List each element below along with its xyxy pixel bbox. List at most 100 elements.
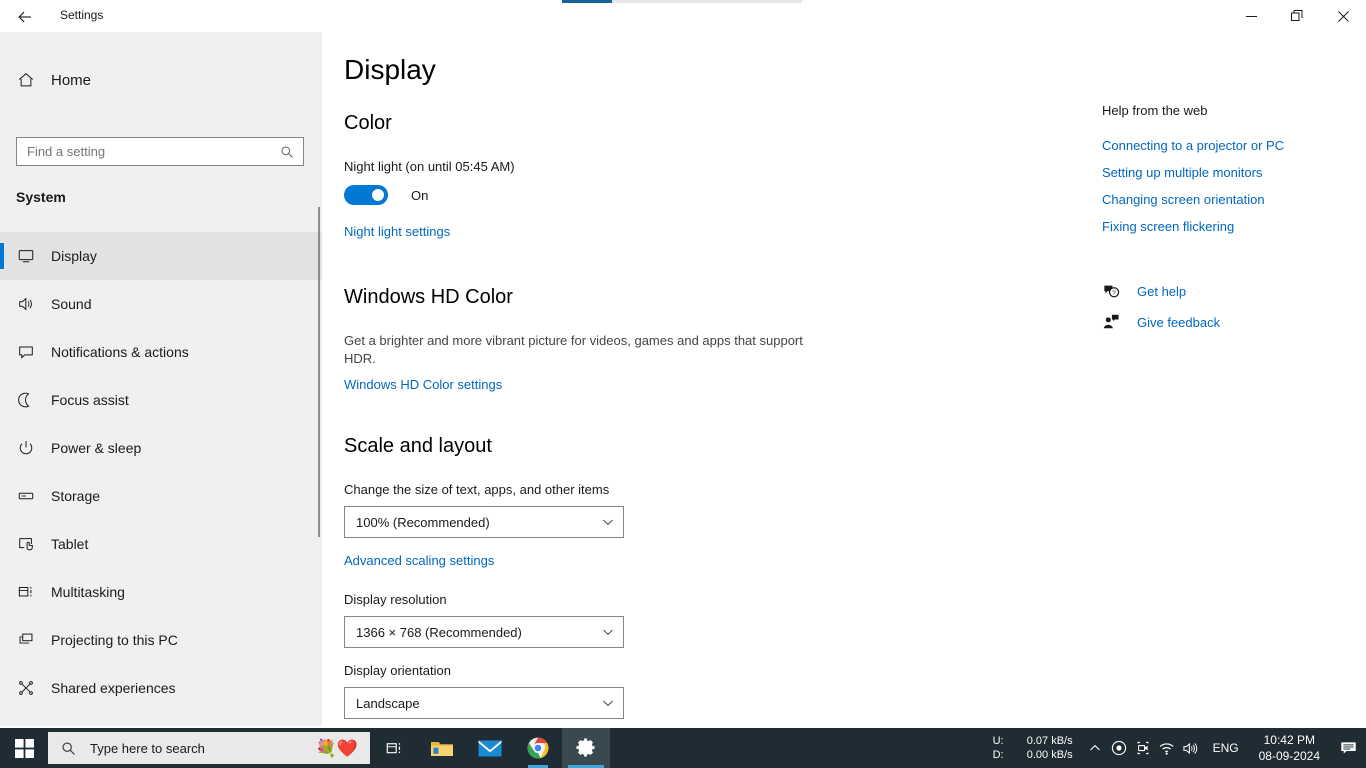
- sidebar-item-label: Notifications & actions: [51, 344, 189, 360]
- hd-color-description: Get a brighter and more vibrant picture …: [344, 333, 803, 366]
- chevron-up-icon: [1089, 744, 1100, 751]
- search-input[interactable]: [17, 144, 280, 159]
- sidebar-item-label: Tablet: [51, 536, 89, 552]
- system-tray: U: 0.07 kB/s D: 0.00 kB/s ENG 10:42 PM 0…: [993, 728, 1366, 768]
- sidebar-item-multitasking[interactable]: Multitasking: [0, 568, 322, 616]
- night-light-toggle-state: On: [411, 187, 429, 203]
- language-indicator[interactable]: ENG: [1203, 741, 1249, 755]
- home-icon: [17, 71, 47, 89]
- task-view-button[interactable]: [370, 728, 418, 768]
- volume-button[interactable]: [1179, 728, 1203, 768]
- hd-color-settings-link[interactable]: Windows HD Color settings: [344, 377, 502, 392]
- sidebar-item-notifications[interactable]: Notifications & actions: [0, 328, 322, 376]
- main-content: Display Color Night light (on until 05:4…: [322, 32, 1366, 726]
- file-explorer-button[interactable]: [418, 728, 466, 768]
- windows-start-icon: [14, 738, 34, 758]
- help-panel-title: Help from the web: [1102, 103, 1208, 118]
- night-light-label: Night light (on until 05:45 AM): [344, 159, 515, 174]
- task-view-icon: [386, 742, 400, 753]
- upload-value: 0.07 kB/s: [1026, 735, 1073, 747]
- sidebar-nav-list: Display Sound Notifications & actions Fo…: [0, 232, 322, 726]
- sidebar-item-label: Multitasking: [51, 584, 125, 600]
- chevron-down-icon: [602, 697, 614, 709]
- sidebar-item-storage[interactable]: Storage: [0, 472, 322, 520]
- sidebar-item-label: Power & sleep: [51, 440, 142, 456]
- give-feedback-action[interactable]: Give feedback: [1102, 313, 1220, 331]
- search-icon: [280, 145, 303, 159]
- back-button[interactable]: [8, 2, 42, 32]
- restore-icon: [1291, 10, 1303, 21]
- restore-button[interactable]: [1274, 0, 1320, 32]
- close-button[interactable]: [1320, 0, 1366, 32]
- speaker-icon: [17, 295, 51, 313]
- chevron-down-icon: [602, 626, 614, 638]
- window-title: Settings: [60, 8, 104, 22]
- svg-text:?: ?: [1112, 290, 1116, 297]
- screen-record-button[interactable]: [1131, 728, 1155, 768]
- sidebar-item-projecting[interactable]: Projecting to this PC: [0, 616, 322, 664]
- color-section-heading: Color: [344, 112, 392, 134]
- upload-key: U:: [992, 735, 1004, 747]
- wifi-icon: [1159, 742, 1174, 755]
- mail-button[interactable]: [466, 728, 514, 768]
- sidebar-home-label: Home: [51, 71, 92, 89]
- help-link-projector[interactable]: Connecting to a projector or PC: [1102, 138, 1284, 153]
- display-orientation-value: Landscape: [356, 695, 420, 711]
- projecting-icon: [17, 631, 51, 649]
- help-link-screen-flickering[interactable]: Fixing screen flickering: [1102, 219, 1234, 234]
- sidebar-item-tablet[interactable]: Tablet: [0, 520, 322, 568]
- sidebar-item-label: Projecting to this PC: [51, 632, 178, 648]
- display-resolution-value: 1366 × 768 (Recommended): [356, 624, 522, 640]
- record-icon: [1111, 740, 1126, 756]
- multitasking-icon: [17, 583, 51, 601]
- sidebar-item-shared-experiences[interactable]: Shared experiences: [0, 664, 322, 712]
- sidebar-item-display[interactable]: Display: [0, 232, 322, 280]
- sidebar-item-label: Shared experiences: [51, 680, 176, 696]
- start-button[interactable]: [0, 728, 48, 768]
- settings-window: Settings Home Find a setting System Disp…: [0, 0, 1366, 768]
- sidebar-item-focus-assist[interactable]: Focus assist: [0, 376, 322, 424]
- night-light-toggle[interactable]: [344, 185, 388, 205]
- scale-size-label: Change the size of text, apps, and other…: [344, 482, 610, 497]
- night-light-settings-link[interactable]: Night light settings: [344, 224, 450, 239]
- sidebar-item-label: Focus assist: [51, 392, 129, 408]
- advanced-scaling-link[interactable]: Advanced scaling settings: [344, 553, 494, 568]
- help-link-screen-orientation[interactable]: Changing screen orientation: [1102, 192, 1265, 207]
- sidebar-item-sound[interactable]: Sound: [0, 280, 322, 328]
- scale-layout-heading: Scale and layout: [344, 435, 492, 457]
- show-hidden-icons-button[interactable]: [1083, 728, 1107, 768]
- clock-date: 08-09-2024: [1258, 749, 1320, 763]
- display-resolution-dropdown[interactable]: 1366 × 768 (Recommended): [344, 616, 624, 648]
- folder-icon: [431, 741, 453, 756]
- storage-icon: [17, 487, 51, 505]
- sidebar-item-system-components[interactable]: System Components: [0, 712, 322, 726]
- minimize-button[interactable]: [1228, 0, 1274, 32]
- hd-color-heading: Windows HD Color: [344, 286, 513, 308]
- wifi-button[interactable]: [1155, 728, 1179, 768]
- volume-icon: [1183, 742, 1190, 754]
- search-icon: [61, 741, 76, 756]
- action-center-button[interactable]: [1330, 728, 1366, 768]
- taskbar: Type here to search 💐❤️ U: 0.07 kB/s D: …: [0, 728, 1366, 768]
- sidebar-item-power-sleep[interactable]: Power & sleep: [0, 424, 322, 472]
- sidebar: Home System Display: [0, 32, 322, 726]
- scale-size-dropdown[interactable]: 100% (Recommended): [344, 506, 624, 538]
- taskbar-search-placeholder: Type here to search: [90, 740, 205, 756]
- get-help-action[interactable]: ? Get help: [1102, 282, 1186, 300]
- taskbar-search-box[interactable]: Type here to search 💐❤️: [48, 732, 370, 764]
- share-icon: [17, 679, 51, 697]
- settings-button[interactable]: [562, 728, 610, 768]
- chevron-down-icon: [602, 516, 614, 528]
- chrome-button[interactable]: [514, 728, 562, 768]
- sidebar-item-label: Storage: [51, 488, 101, 504]
- toggle-knob: [372, 189, 384, 201]
- download-value: 0.00 kB/s: [1026, 749, 1073, 761]
- record-button[interactable]: [1107, 728, 1131, 768]
- sidebar-scrollbar-thumb[interactable]: [318, 207, 320, 537]
- display-orientation-dropdown[interactable]: Landscape: [344, 687, 624, 719]
- clock[interactable]: 10:42 PM 08-09-2024: [1249, 732, 1330, 764]
- settings-search-box[interactable]: [16, 137, 304, 166]
- sidebar-item-home[interactable]: Home: [0, 60, 322, 100]
- help-link-multiple-monitors[interactable]: Setting up multiple monitors: [1102, 165, 1262, 180]
- network-speed-indicator[interactable]: U: 0.07 kB/s D: 0.00 kB/s: [993, 734, 1073, 762]
